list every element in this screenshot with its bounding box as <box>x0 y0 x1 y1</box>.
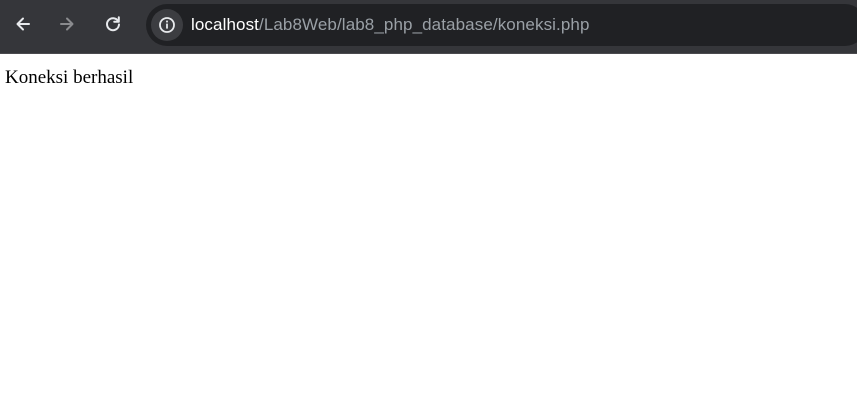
site-info-button[interactable] <box>151 9 183 41</box>
forward-button[interactable] <box>52 9 82 39</box>
address-bar[interactable]: localhost/Lab8Web/lab8_php_database/kone… <box>146 4 857 46</box>
connection-message: Koneksi berhasil <box>5 67 134 88</box>
page-content: Koneksi berhasil <box>0 55 857 407</box>
url-path: /Lab8Web/lab8_php_database/koneksi.php <box>259 15 590 34</box>
browser-toolbar: localhost/Lab8Web/lab8_php_database/kone… <box>0 0 857 54</box>
reload-button[interactable] <box>98 9 128 39</box>
back-button[interactable] <box>8 9 38 39</box>
arrow-left-icon <box>16 17 30 31</box>
reload-icon <box>106 16 120 32</box>
url-host: localhost <box>191 15 259 34</box>
arrow-right-icon <box>60 17 74 31</box>
url-text[interactable]: localhost/Lab8Web/lab8_php_database/kone… <box>191 4 590 46</box>
info-icon <box>159 17 175 33</box>
